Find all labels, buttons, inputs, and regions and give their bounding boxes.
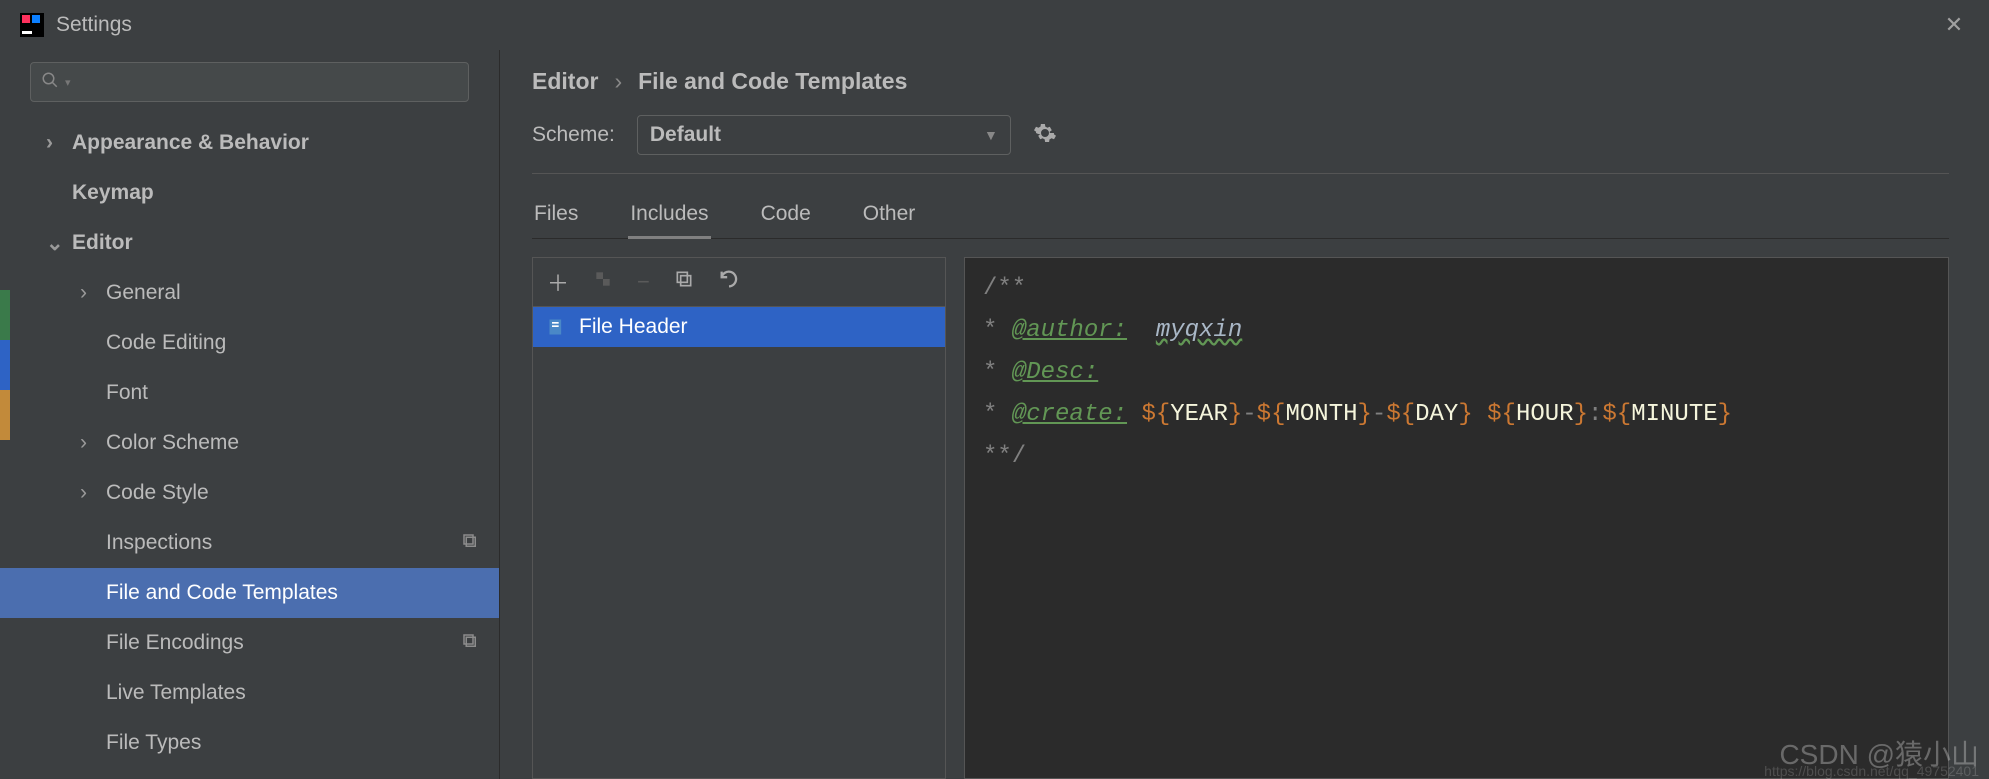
tab-code[interactable]: Code (759, 196, 813, 238)
sidebar-item-file-types[interactable]: File Types (0, 718, 499, 768)
sidebar-item-label: Keymap (72, 181, 154, 205)
sidebar-item-inspections[interactable]: Inspections (0, 518, 499, 568)
breadcrumb-current: File and Code Templates (638, 68, 907, 95)
chevron-right-icon: › (80, 431, 106, 455)
sidebar-item-label: Appearance & Behavior (72, 131, 309, 155)
app-icon (20, 13, 44, 37)
sidebar-item-label: General (106, 281, 181, 305)
sidebar-item-label: Live Templates (106, 681, 246, 705)
scheme-value: Default (650, 123, 721, 147)
titlebar: Settings ✕ (0, 0, 1989, 50)
sidebar-item-general[interactable]: ›General (0, 268, 499, 318)
sidebar-item-appearance-behavior[interactable]: ›Appearance & Behavior (0, 118, 499, 168)
sidebar-item-label: Editor (72, 231, 133, 255)
sidebar-item-label: Code Style (106, 481, 209, 505)
sidebar-item-label: File Types (106, 731, 201, 755)
tab-includes[interactable]: Includes (628, 196, 710, 239)
tab-other[interactable]: Other (861, 196, 918, 238)
sidebar-item-font[interactable]: Font (0, 368, 499, 418)
sidebar-item-label: Inspections (106, 531, 212, 555)
chevron-right-icon: › (614, 68, 622, 95)
left-accent-strip (0, 290, 10, 470)
template-tabs: Files Includes Code Other (532, 196, 1949, 239)
main-panel: Editor › File and Code Templates Scheme:… (500, 50, 1989, 779)
chevron-right-icon: › (80, 281, 106, 305)
sidebar-item-label: Code Editing (106, 331, 226, 355)
chevron-right-icon: › (46, 131, 72, 155)
sidebar-item-file-and-code-templates[interactable]: File and Code Templates (0, 568, 499, 618)
chevron-right-icon: › (80, 481, 106, 505)
sidebar-item-file-encodings[interactable]: File Encodings (0, 618, 499, 668)
sidebar-item-code-editing[interactable]: Code Editing (0, 318, 499, 368)
chevron-down-icon: ▼ (984, 127, 998, 143)
add-child-button: + (593, 269, 613, 295)
search-dropdown-icon[interactable]: ▾ (65, 76, 71, 89)
scope-indicator-icon (461, 532, 479, 555)
sidebar-item-keymap[interactable]: Keymap (0, 168, 499, 218)
chevron-down-icon: ⌄ (46, 231, 72, 256)
template-list-panel: ＋ + − File Header (532, 257, 946, 779)
svg-text:+: + (605, 278, 610, 288)
sidebar-item-live-templates[interactable]: Live Templates (0, 668, 499, 718)
template-list: File Header (533, 307, 945, 778)
template-list-item[interactable]: File Header (533, 307, 945, 347)
scheme-label: Scheme: (532, 123, 615, 147)
template-editor[interactable]: /** * @author: myqxin * @Desc: * @create… (964, 257, 1949, 779)
copy-button[interactable] (674, 269, 694, 295)
list-item-label: File Header (579, 315, 688, 339)
remove-button: − (637, 269, 650, 295)
tab-files[interactable]: Files (532, 196, 580, 238)
sidebar-item-code-style[interactable]: ›Code Style (0, 468, 499, 518)
breadcrumb: Editor › File and Code Templates (532, 68, 1949, 95)
settings-tree: ›Appearance & BehaviorKeymap⌄Editor›Gene… (0, 118, 499, 779)
sidebar-item-label: Font (106, 381, 148, 405)
template-toolbar: ＋ + − (533, 258, 945, 307)
sidebar-item-label: File Encodings (106, 631, 244, 655)
sidebar-item-label: Color Scheme (106, 431, 239, 455)
sidebar-item-color-scheme[interactable]: ›Color Scheme (0, 418, 499, 468)
search-icon (41, 71, 59, 94)
gear-icon[interactable] (1033, 121, 1057, 150)
close-icon[interactable]: ✕ (1939, 12, 1969, 38)
scope-indicator-icon (461, 632, 479, 655)
add-button[interactable]: ＋ (547, 266, 569, 298)
java-file-icon (547, 317, 567, 337)
revert-button[interactable] (718, 268, 740, 296)
scheme-select[interactable]: Default ▼ (637, 115, 1011, 155)
sidebar-item-editor[interactable]: ⌄Editor (0, 218, 499, 268)
window-title: Settings (56, 13, 1939, 37)
sidebar-item-label: File and Code Templates (106, 581, 338, 605)
search-input[interactable]: ▾ (30, 62, 469, 102)
settings-sidebar: ▾ ›Appearance & BehaviorKeymap⌄Editor›Ge… (0, 50, 500, 779)
watermark-url: https://blog.csdn.net/qq_49752401 (1764, 763, 1979, 779)
breadcrumb-parent[interactable]: Editor (532, 68, 598, 95)
